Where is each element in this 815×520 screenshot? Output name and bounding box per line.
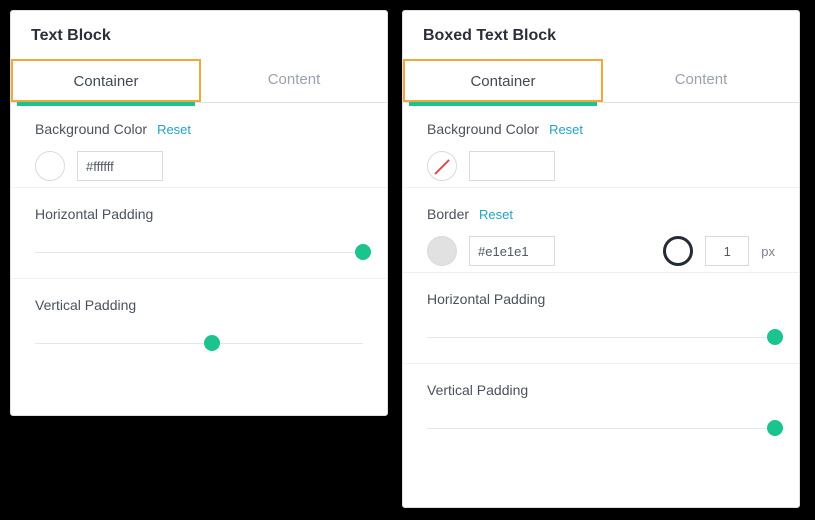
horizontal-padding-section: Horizontal Padding [11, 187, 387, 278]
slider-handle[interactable] [355, 244, 371, 260]
border-width-input[interactable] [705, 236, 749, 266]
text-block-panel: Text Block Container Content Background … [10, 10, 388, 416]
slider-handle[interactable] [204, 335, 220, 351]
border-reset[interactable]: Reset [479, 207, 513, 222]
tab-content[interactable]: Content [201, 59, 387, 102]
background-color-section: Background Color Reset [403, 103, 799, 187]
panel-title: Text Block [11, 11, 387, 59]
slider-track [35, 343, 363, 344]
color-swatch-icon[interactable] [35, 151, 65, 181]
vertical-padding-label: Vertical Padding [427, 382, 528, 398]
border-color-input[interactable] [469, 236, 555, 266]
border-style-icon[interactable] [663, 236, 693, 266]
slider-handle[interactable] [767, 420, 783, 436]
background-color-input[interactable] [77, 151, 163, 181]
vertical-padding-section: Vertical Padding [403, 363, 799, 454]
background-color-label: Background Color [427, 121, 539, 137]
background-color-input[interactable] [469, 151, 555, 181]
tabs: Container Content [11, 59, 387, 103]
border-width-unit: px [761, 244, 775, 259]
tab-container[interactable]: Container [11, 59, 201, 102]
tabs: Container Content [403, 59, 799, 103]
slider-track [427, 337, 775, 338]
tab-content[interactable]: Content [603, 59, 799, 102]
horizontal-padding-slider[interactable] [35, 242, 363, 262]
border-color-swatch-icon[interactable] [427, 236, 457, 266]
vertical-padding-slider[interactable] [427, 418, 775, 438]
horizontal-padding-label: Horizontal Padding [427, 291, 545, 307]
vertical-padding-label: Vertical Padding [35, 297, 136, 313]
vertical-padding-slider[interactable] [35, 333, 363, 353]
horizontal-padding-slider[interactable] [427, 327, 775, 347]
background-color-label: Background Color [35, 121, 147, 137]
background-reset[interactable]: Reset [157, 122, 191, 137]
panel-title: Boxed Text Block [403, 11, 799, 59]
slider-track [427, 428, 775, 429]
no-color-swatch-icon[interactable] [427, 151, 457, 181]
border-section: Border Reset px [403, 187, 799, 272]
horizontal-padding-label: Horizontal Padding [35, 206, 153, 222]
slider-handle[interactable] [767, 329, 783, 345]
horizontal-padding-section: Horizontal Padding [403, 272, 799, 363]
background-color-section: Background Color Reset [11, 103, 387, 187]
slider-track [35, 252, 363, 253]
tab-container[interactable]: Container [403, 59, 603, 102]
boxed-text-block-panel: Boxed Text Block Container Content Backg… [402, 10, 800, 508]
vertical-padding-section: Vertical Padding [11, 278, 387, 369]
background-reset[interactable]: Reset [549, 122, 583, 137]
border-label: Border [427, 206, 469, 222]
